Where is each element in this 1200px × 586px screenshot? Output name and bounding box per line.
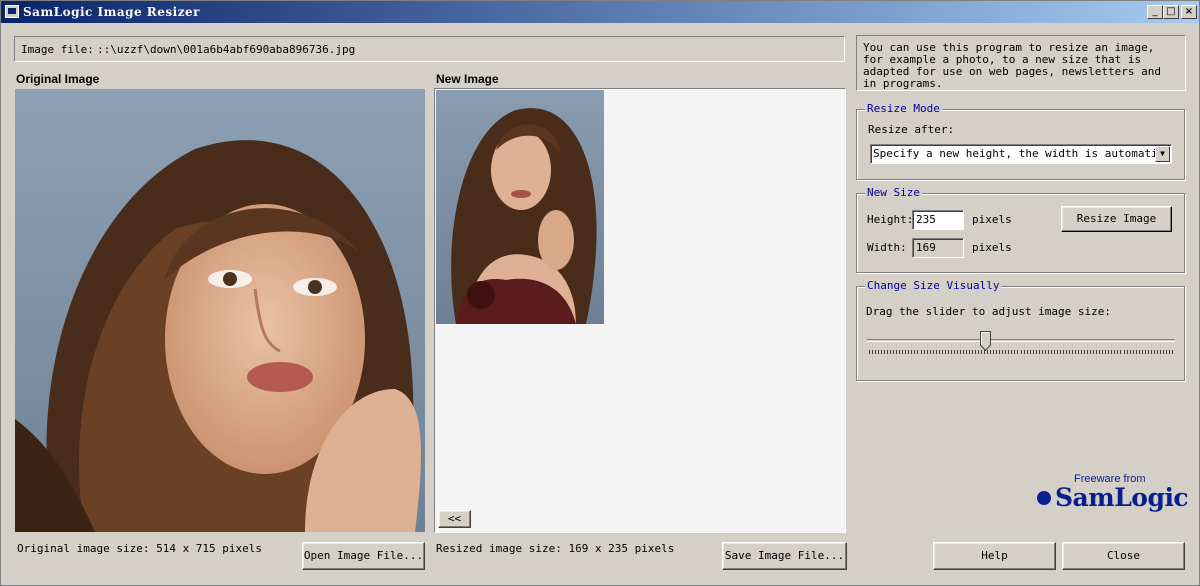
maximize-button[interactable]: □ (1163, 5, 1179, 19)
original-image-heading: Original Image (16, 72, 100, 86)
file-label: Image file: (21, 43, 94, 56)
change-size-group: Change Size Visually Drag the slider to … (856, 279, 1185, 381)
app-window: SamLogic Image Resizer _ □ × Image file:… (0, 0, 1200, 586)
new-size-group: New Size Height: 235 pixels Width: 169 p… (856, 186, 1185, 273)
app-icon[interactable] (5, 5, 19, 18)
resize-mode-value: Specify a new height, the width is autom… (873, 147, 1172, 160)
logo-dot-icon (1037, 490, 1051, 505)
slider-label: Drag the slider to adjust image size: (866, 305, 1112, 318)
samlogic-logo: SamLogic (1037, 483, 1189, 519)
height-input[interactable]: 235 (912, 210, 964, 230)
file-path: ::\uzzf\down\001a6b4abf690aba896736.jpg (97, 43, 356, 56)
logo-text: SamLogic (1055, 483, 1189, 512)
resize-mode-legend: Resize Mode (865, 102, 942, 115)
slider-ticks (869, 350, 1173, 354)
new-image-heading: New Image (436, 72, 499, 86)
info-box: You can use this program to resize an im… (856, 35, 1186, 91)
height-label: Height: (867, 213, 914, 226)
chevron-down-icon[interactable]: ▼ (1155, 146, 1170, 162)
new-image (436, 90, 604, 324)
open-image-button[interactable]: Open Image File... (302, 542, 425, 570)
close-window-button[interactable]: × (1181, 5, 1197, 19)
title-bar[interactable]: SamLogic Image Resizer _ □ × (1, 1, 1199, 23)
help-button[interactable]: Help (933, 542, 1056, 570)
info-text: You can use this program to resize an im… (863, 41, 1162, 90)
new-size-legend: New Size (865, 186, 922, 199)
resized-size-text: Resized image size: 169 x 235 pixels (436, 542, 675, 555)
close-button[interactable]: Close (1062, 542, 1185, 570)
original-size-text: Original image size: 514 x 715 pixels (17, 542, 263, 555)
change-size-legend: Change Size Visually (865, 279, 1002, 292)
width-label: Width: (867, 241, 907, 254)
height-unit: pixels (972, 213, 1012, 226)
resize-mode-group: Resize Mode Resize after: Specify a new … (856, 102, 1185, 180)
file-path-bar: Image file: ::\uzzf\down\001a6b4abf690ab… (14, 36, 845, 62)
minimize-button[interactable]: _ (1147, 5, 1163, 19)
window-title: SamLogic Image Resizer (23, 5, 200, 19)
save-image-button[interactable]: Save Image File... (722, 542, 847, 570)
back-button[interactable]: << (438, 510, 471, 528)
width-unit: pixels (972, 241, 1012, 254)
original-image (15, 89, 425, 532)
resize-after-label: Resize after: (868, 123, 955, 136)
slider-thumb[interactable] (979, 331, 991, 352)
resize-mode-select[interactable]: Specify a new height, the width is autom… (870, 144, 1172, 164)
resize-image-button[interactable]: Resize Image (1061, 206, 1172, 232)
slider-track[interactable] (867, 339, 1175, 342)
width-field: 169 (912, 238, 964, 258)
